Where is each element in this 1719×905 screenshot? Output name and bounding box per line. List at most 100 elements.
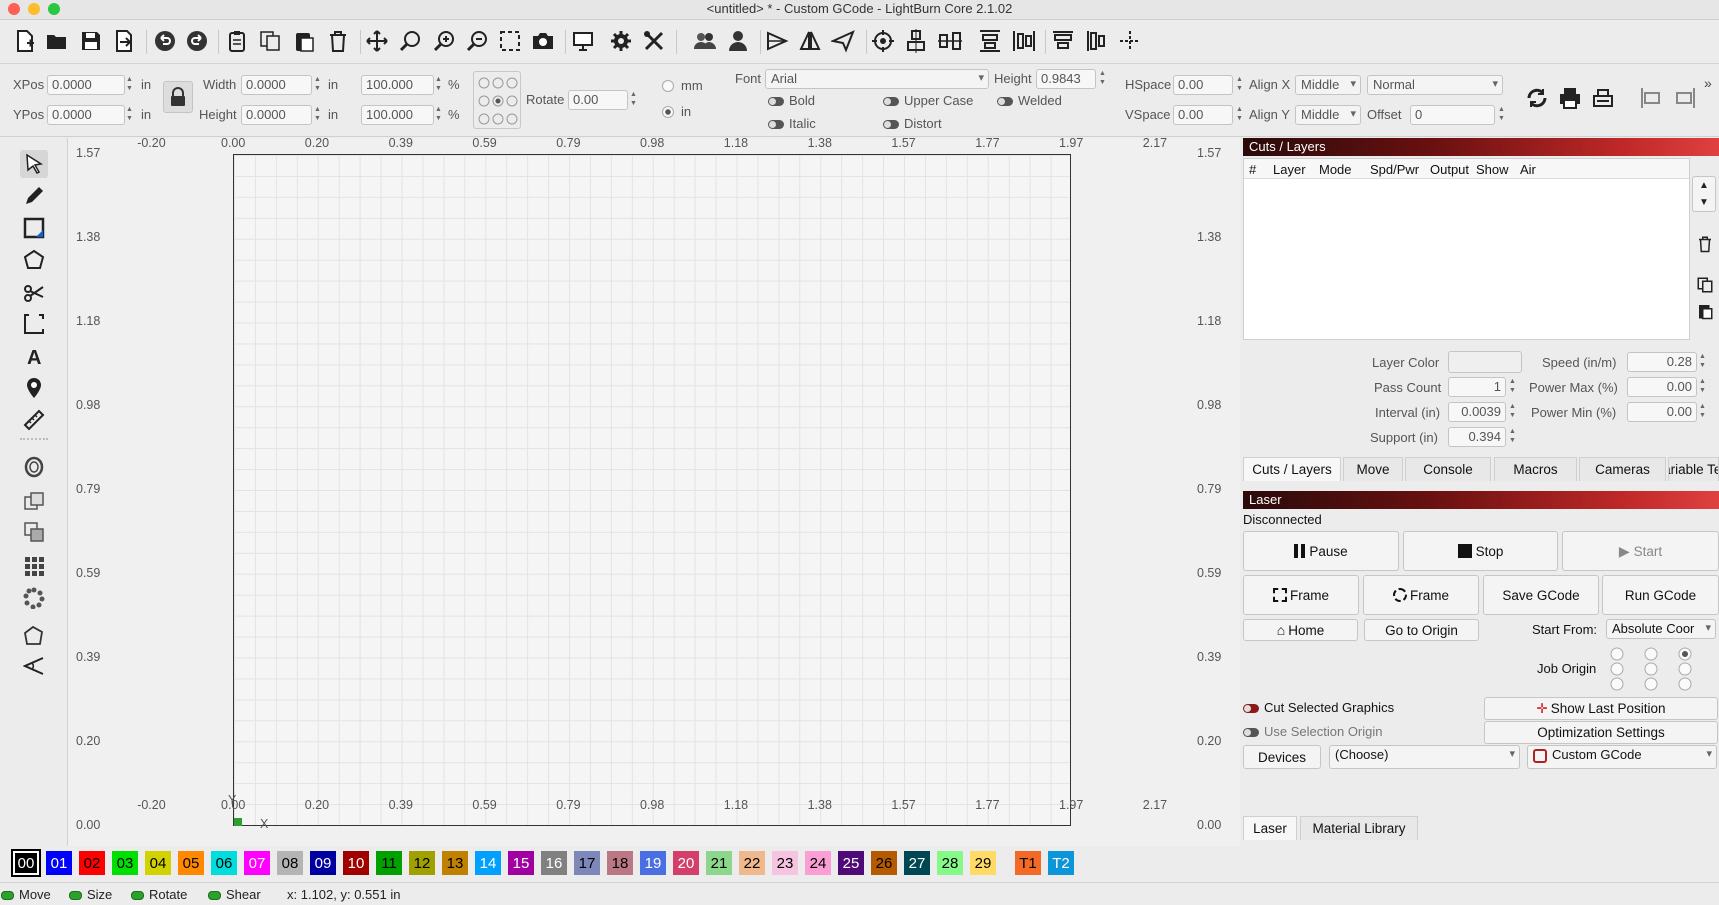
align-middle-icon[interactable] — [937, 28, 963, 54]
height-field[interactable]: 0.0000 — [241, 105, 312, 125]
port-select[interactable]: (Choose) — [1329, 745, 1520, 769]
distribute-vertical-icon[interactable] — [977, 28, 1003, 54]
power-min-spinner[interactable]: ▲ ▼ — [1698, 402, 1707, 422]
select-tool-icon[interactable] — [20, 150, 48, 178]
palette-swatch-t2[interactable]: T2 — [1048, 851, 1074, 875]
ypos-field[interactable]: 0.0000 — [47, 105, 125, 125]
dock-left-icon[interactable] — [1084, 28, 1110, 54]
scale-height-field[interactable]: 100.000 — [361, 105, 434, 125]
export-icon[interactable] — [111, 28, 137, 54]
devices-button[interactable]: Devices — [1243, 745, 1321, 769]
palette-swatch-10[interactable]: 10 — [343, 851, 369, 875]
hspace-spinner[interactable]: ▲ ▼ — [1235, 75, 1244, 95]
new-file-icon[interactable] — [12, 28, 38, 54]
palette-swatch-21[interactable]: 21 — [706, 851, 732, 875]
camera-icon[interactable] — [530, 28, 556, 54]
text-mode-select[interactable]: Normal — [1367, 75, 1503, 95]
palette-swatch-23[interactable]: 23 — [772, 851, 798, 875]
corner-tool-icon[interactable] — [20, 310, 48, 338]
scale-height-spinner[interactable]: ▲ ▼ — [434, 105, 443, 125]
palette-swatch-03[interactable]: 03 — [112, 851, 138, 875]
xpos-field[interactable]: 0.0000 — [47, 75, 125, 95]
align-y-select[interactable]: Middle — [1295, 105, 1361, 125]
scissors-tool-icon[interactable] — [20, 278, 48, 306]
width-field[interactable]: 0.0000 — [241, 75, 312, 95]
palette-swatch-13[interactable]: 13 — [442, 851, 468, 875]
tab-cameras[interactable]: Cameras — [1579, 457, 1666, 481]
minimize-window-button[interactable] — [28, 3, 40, 15]
sync-icon[interactable] — [1524, 85, 1550, 111]
cut-icon[interactable] — [224, 28, 250, 54]
rotate-field[interactable]: 0.00 — [568, 90, 628, 110]
pass-count-field[interactable]: 1 — [1448, 377, 1506, 397]
overflow-chevron-icon[interactable]: » — [1704, 75, 1712, 91]
tab-laser[interactable]: Laser — [1243, 816, 1297, 840]
tab-console[interactable]: Console — [1405, 457, 1491, 481]
frame-button[interactable]: Frame — [1243, 575, 1359, 615]
zoom-in-icon[interactable] — [431, 28, 457, 54]
palette-swatch-20[interactable]: 20 — [673, 851, 699, 875]
undo-icon[interactable] — [152, 28, 178, 54]
welded-toggle[interactable]: Welded — [997, 93, 1062, 108]
work-area-grid[interactable] — [233, 154, 1071, 826]
target-icon[interactable] — [870, 28, 896, 54]
pass-count-spinner[interactable]: ▲ ▼ — [1508, 377, 1517, 397]
interval-field[interactable]: 0.0039 — [1448, 402, 1506, 422]
palette-swatch-17[interactable]: 17 — [574, 851, 600, 875]
boolean-union-icon[interactable] — [20, 488, 48, 516]
width-spinner[interactable]: ▲ ▼ — [313, 75, 322, 95]
vspace-field[interactable]: 0.00 — [1173, 105, 1233, 125]
scale-width-spinner[interactable]: ▲ ▼ — [434, 75, 443, 95]
palette-swatch-26[interactable]: 26 — [871, 851, 897, 875]
palette-swatch-19[interactable]: 19 — [640, 851, 666, 875]
dock-top-icon[interactable] — [1050, 28, 1076, 54]
bold-toggle[interactable]: Bold — [768, 93, 815, 108]
palette-swatch-04[interactable]: 04 — [145, 851, 171, 875]
redo-icon[interactable] — [184, 28, 210, 54]
palette-swatch-16[interactable]: 16 — [541, 851, 567, 875]
palette-swatch-22[interactable]: 22 — [739, 851, 765, 875]
copy-icon[interactable] — [257, 28, 283, 54]
tab-material-library[interactable]: Material Library — [1300, 816, 1418, 840]
palette-swatch-01[interactable]: 01 — [46, 851, 72, 875]
pause-button[interactable]: Pause — [1243, 531, 1399, 571]
palette-swatch-12[interactable]: 12 — [409, 851, 435, 875]
move-toggle[interactable]: Move — [1, 887, 51, 902]
tab-move[interactable]: Move — [1343, 457, 1403, 481]
vspace-spinner[interactable]: ▲ ▼ — [1235, 105, 1244, 125]
interval-spinner[interactable]: ▲ ▼ — [1508, 402, 1517, 422]
layer-color-swatch[interactable] — [1448, 351, 1522, 373]
palette-swatch-07[interactable]: 07 — [244, 851, 270, 875]
height-spinner[interactable]: ▲ ▼ — [313, 105, 322, 125]
xpos-spinner[interactable]: ▲ ▼ — [125, 75, 134, 95]
zoom-out-icon[interactable] — [464, 28, 490, 54]
grid-array-icon[interactable] — [20, 552, 48, 580]
lock-aspect-button[interactable] — [163, 81, 193, 113]
layers-column-header[interactable]: Show — [1476, 162, 1509, 177]
copy-layer-icon[interactable] — [1692, 272, 1718, 298]
rubber-band-frame-button[interactable]: Frame — [1363, 575, 1479, 615]
palette-swatch-00[interactable]: 00 — [11, 849, 41, 877]
power-min-field[interactable]: 0.00 — [1627, 402, 1697, 422]
move-icon[interactable] — [364, 28, 390, 54]
text-tool-icon[interactable]: A — [20, 342, 48, 370]
chevron-down-icon[interactable]: ▼ — [1699, 197, 1709, 208]
home-button[interactable]: ⌂ Home — [1243, 619, 1358, 641]
layers-column-header[interactable]: Spd/Pwr — [1370, 162, 1419, 177]
chevron-up-icon[interactable]: ▲ — [1699, 180, 1709, 191]
layers-column-header[interactable]: Mode — [1319, 162, 1352, 177]
distribute-horizontal-icon[interactable] — [1011, 28, 1037, 54]
zoom-fit-icon[interactable] — [397, 28, 423, 54]
palette-swatch-15[interactable]: 15 — [508, 851, 534, 875]
power-max-field[interactable]: 0.00 — [1627, 377, 1697, 397]
support-spinner[interactable]: ▲ ▼ — [1508, 427, 1517, 447]
layers-column-header[interactable]: Output — [1430, 162, 1469, 177]
go-to-origin-button[interactable]: Go to Origin — [1364, 619, 1479, 641]
ypos-spinner[interactable]: ▲ ▼ — [125, 105, 134, 125]
palette-swatch-24[interactable]: 24 — [805, 851, 831, 875]
laser-machine-icon[interactable] — [1590, 85, 1616, 111]
angle-tool-icon[interactable] — [20, 652, 48, 680]
send-icon[interactable] — [830, 28, 856, 54]
font-height-spinner[interactable]: ▲ ▼ — [1098, 69, 1107, 89]
speed-field[interactable]: 0.28 — [1627, 352, 1697, 372]
